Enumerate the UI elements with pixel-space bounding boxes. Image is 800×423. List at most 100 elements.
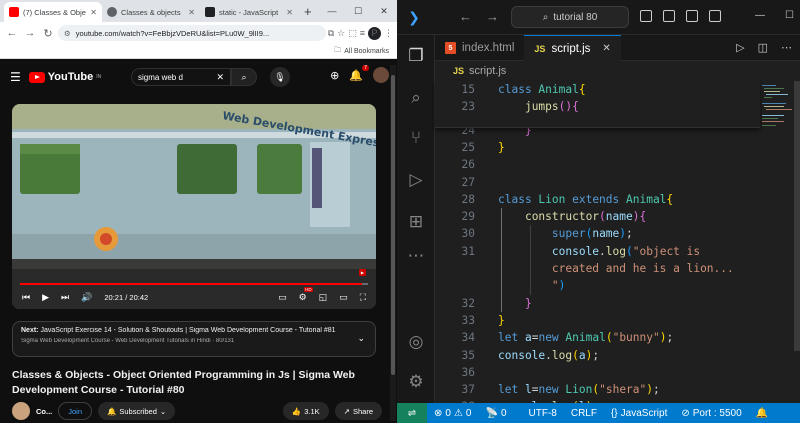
new-tab-button[interactable]: + bbox=[298, 2, 318, 22]
tab-close-icon[interactable]: ✕ bbox=[188, 8, 195, 17]
extensions-icon[interactable]: ⊞ bbox=[405, 211, 427, 233]
miniplayer-icon[interactable]: ◱ bbox=[319, 292, 328, 303]
channel-avatar[interactable] bbox=[12, 402, 30, 420]
microphone-icon[interactable]: 🎙 bbox=[270, 67, 290, 87]
chrome-tab-classes[interactable]: Classes & objects ✕ bbox=[102, 2, 200, 22]
youtube-logo[interactable]: YouTube IN bbox=[28, 71, 101, 83]
tab-script-js[interactable]: JS script.js ✕ bbox=[524, 35, 621, 61]
share-button[interactable]: ↗ Share bbox=[334, 402, 382, 420]
code-line[interactable]: 33} bbox=[435, 312, 800, 329]
language-status[interactable]: {} JavaScript bbox=[604, 408, 674, 419]
channel-name[interactable]: Co... bbox=[36, 407, 52, 416]
code-line[interactable]: 23 jumps(){ bbox=[435, 98, 800, 115]
more-actions-icon[interactable]: ⋯ bbox=[781, 41, 792, 54]
theater-mode-icon[interactable]: ▭ bbox=[339, 292, 348, 303]
notifications-bell-icon[interactable]: 🔔 7 bbox=[349, 64, 369, 82]
extensions-icon[interactable]: ⬚ bbox=[348, 28, 357, 39]
volume-icon[interactable]: 🔊 bbox=[81, 292, 92, 303]
run-debug-icon[interactable]: ▷ bbox=[405, 169, 427, 191]
encoding-status[interactable]: UTF-8 bbox=[522, 408, 564, 419]
code-line[interactable]: 15 class Animal{ bbox=[435, 81, 800, 98]
tab-close-icon[interactable]: ✕ bbox=[286, 8, 293, 17]
tab-close-icon[interactable]: ✕ bbox=[90, 8, 97, 17]
toggle-sidebar-icon[interactable] bbox=[640, 10, 652, 22]
source-control-icon[interactable]: ⑂ bbox=[405, 127, 427, 149]
next-icon[interactable]: ⏭ bbox=[61, 292, 69, 303]
search-icon[interactable]: ⌕ bbox=[405, 87, 427, 109]
code-line[interactable]: 35 console.log(a); bbox=[435, 347, 800, 364]
account-icon[interactable]: ◎ bbox=[405, 331, 427, 353]
toggle-secondary-sidebar-icon[interactable] bbox=[686, 10, 698, 22]
youtube-search-input[interactable]: sigma web d ✕ bbox=[131, 68, 231, 86]
previous-icon[interactable]: ⏮ bbox=[22, 292, 30, 303]
subscribed-button[interactable]: 🔔 Subscribed ⌄ bbox=[98, 402, 176, 420]
notifications-bell-icon[interactable]: 🔔 bbox=[749, 408, 775, 419]
code-line[interactable]: ") bbox=[435, 277, 800, 294]
breadcrumb[interactable]: JS script.js bbox=[435, 61, 800, 81]
code-line[interactable]: created and he is a lion... bbox=[435, 260, 800, 277]
cast-icon[interactable]: ⧉ bbox=[328, 28, 334, 39]
code-line[interactable]: 37 let l=new Lion("shera"); bbox=[435, 381, 800, 398]
code-line[interactable]: 32 } bbox=[435, 295, 800, 312]
back-arrow-icon[interactable]: ← bbox=[459, 9, 472, 24]
more-icon[interactable]: ⋯ bbox=[405, 245, 427, 267]
code-line[interactable]: 26 bbox=[435, 156, 800, 173]
code-line[interactable]: 27 bbox=[435, 174, 800, 191]
profile-avatar[interactable]: P bbox=[368, 26, 381, 40]
close-tab-icon[interactable]: ✕ bbox=[602, 43, 610, 54]
media-icon[interactable]: ≡ bbox=[360, 28, 365, 38]
all-bookmarks-link[interactable]: All Bookmarks bbox=[344, 48, 389, 55]
clear-search-icon[interactable]: ✕ bbox=[216, 72, 224, 83]
captions-icon[interactable]: ▭ bbox=[278, 292, 287, 303]
command-center[interactable]: ⌕ tutorial 80 bbox=[511, 6, 629, 28]
maximize-icon[interactable]: ☐ bbox=[345, 6, 371, 17]
explorer-icon[interactable]: ❐ bbox=[405, 45, 427, 67]
close-icon[interactable]: ✕ bbox=[371, 6, 397, 17]
remote-icon[interactable]: ⇌ bbox=[397, 403, 427, 423]
create-video-icon[interactable]: ⊕ bbox=[330, 69, 339, 82]
reload-icon[interactable]: ↻ bbox=[40, 27, 56, 40]
fullscreen-icon[interactable]: ⛶ bbox=[360, 292, 366, 303]
next-video-card[interactable]: Next: JavaScript Exercise 14 - Solution … bbox=[12, 321, 376, 357]
toggle-panel-icon[interactable] bbox=[663, 10, 675, 22]
back-arrow-icon[interactable]: ← bbox=[4, 27, 20, 39]
customize-layout-icon[interactable] bbox=[709, 10, 721, 22]
minimize-icon[interactable]: — bbox=[319, 6, 345, 16]
forward-arrow-icon[interactable]: → bbox=[22, 27, 38, 39]
ports-status[interactable]: 📡 0 bbox=[478, 408, 513, 419]
play-icon[interactable]: ▶ bbox=[42, 292, 49, 303]
page-scrollbar[interactable] bbox=[390, 65, 396, 421]
tab-index-html[interactable]: 5 index.html bbox=[435, 35, 524, 61]
code-line[interactable]: 30 super(name); bbox=[435, 225, 800, 242]
hamburger-menu-icon[interactable]: ☰ bbox=[10, 70, 21, 84]
search-icon[interactable]: ⌕ bbox=[231, 68, 257, 86]
code-line[interactable]: 28 class Lion extends Animal{ bbox=[435, 191, 800, 208]
like-button[interactable]: 👍 3.1K bbox=[282, 402, 329, 420]
code-line[interactable]: 36 bbox=[435, 364, 800, 381]
star-icon[interactable]: ☆ bbox=[337, 28, 345, 39]
user-avatar[interactable] bbox=[373, 67, 389, 83]
problems-status[interactable]: ⊗ 0 ⚠ 0 bbox=[427, 408, 478, 419]
live-server-status[interactable]: ⊘ Port : 5500 bbox=[674, 408, 748, 419]
code-line[interactable]: 29 constructor(name){ bbox=[435, 208, 800, 225]
menu-icon[interactable]: ⋮ bbox=[384, 28, 393, 39]
code-line[interactable]: 25} bbox=[435, 139, 800, 156]
chrome-tab-youtube[interactable]: (7) Classes & Obje ✕ bbox=[4, 2, 102, 22]
minimize-icon[interactable]: — bbox=[755, 10, 765, 21]
split-editor-icon[interactable]: ◫ bbox=[758, 41, 768, 54]
address-bar[interactable]: ⚙ youtube.com/watch?v=FeBbjzVDeRU&list=P… bbox=[58, 25, 326, 41]
forward-arrow-icon[interactable]: → bbox=[486, 9, 499, 24]
code-line[interactable]: 34 let a=new Animal("bunny"); bbox=[435, 329, 800, 346]
site-info-icon[interactable]: ⚙ bbox=[64, 29, 71, 38]
eol-status[interactable]: CRLF bbox=[564, 408, 604, 419]
settings-gear-icon[interactable]: ⚙ bbox=[299, 286, 313, 303]
code-line[interactable]: 31 console.log("object is bbox=[435, 243, 800, 260]
chrome-tab-static[interactable]: static - JavaScript ✕ bbox=[200, 2, 298, 22]
code-editor[interactable]: 15 class Animal{23 jumps(){24 } 25} 26 27 28 c… bbox=[435, 81, 800, 413]
video-player[interactable]: Web Development Express ▶ ⏮ ▶ ⏭ 🔊 20:21 … bbox=[12, 104, 376, 309]
join-button[interactable]: Join bbox=[58, 402, 93, 420]
manage-gear-icon[interactable]: ⚙ bbox=[405, 371, 427, 393]
chevron-down-icon[interactable]: ⌄ bbox=[357, 333, 365, 344]
maximize-icon[interactable]: ☐ bbox=[785, 10, 794, 21]
run-icon[interactable]: ▷ bbox=[736, 41, 744, 54]
